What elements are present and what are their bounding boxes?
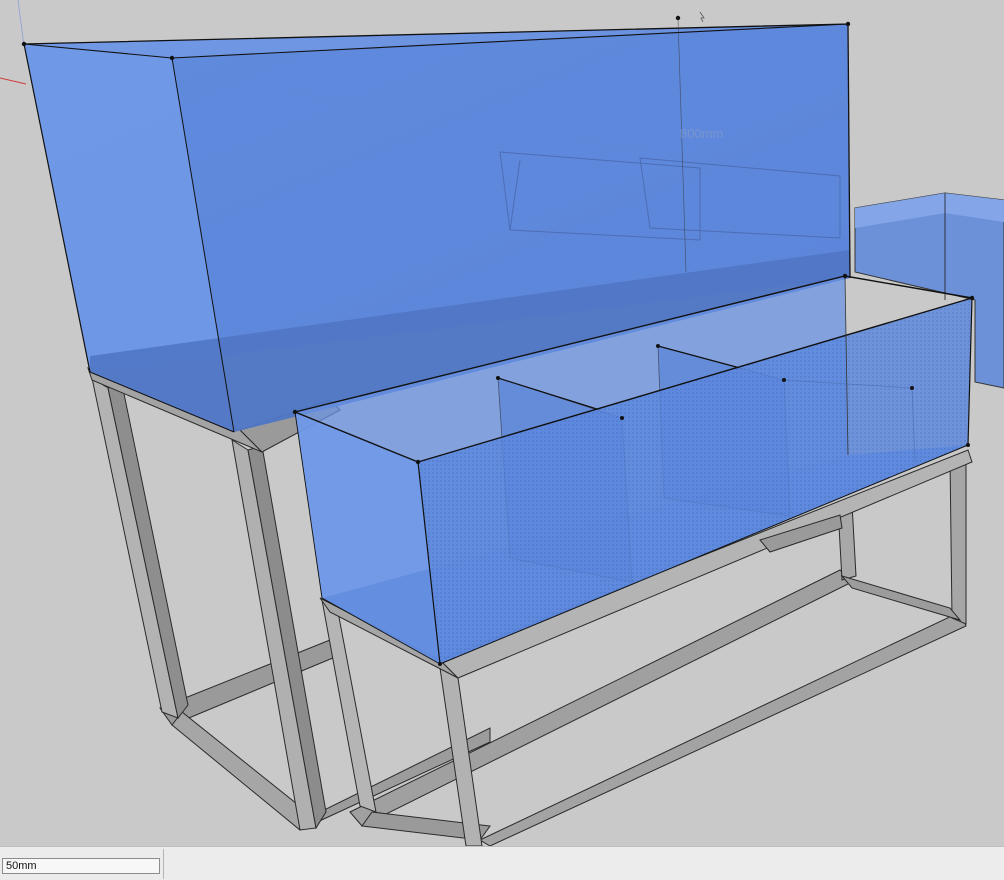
sketchup-window: 800mm — [0, 0, 1004, 880]
status-bar — [0, 846, 1004, 880]
status-divider — [163, 849, 164, 879]
blue-axis-line — [17, 0, 25, 47]
scene-drawing[interactable] — [0, 0, 1004, 846]
red-axis-line — [0, 77, 27, 85]
cursor-icon — [699, 11, 705, 23]
measurements-input[interactable] — [2, 858, 160, 874]
3d-viewport[interactable]: 800mm — [0, 0, 1004, 846]
